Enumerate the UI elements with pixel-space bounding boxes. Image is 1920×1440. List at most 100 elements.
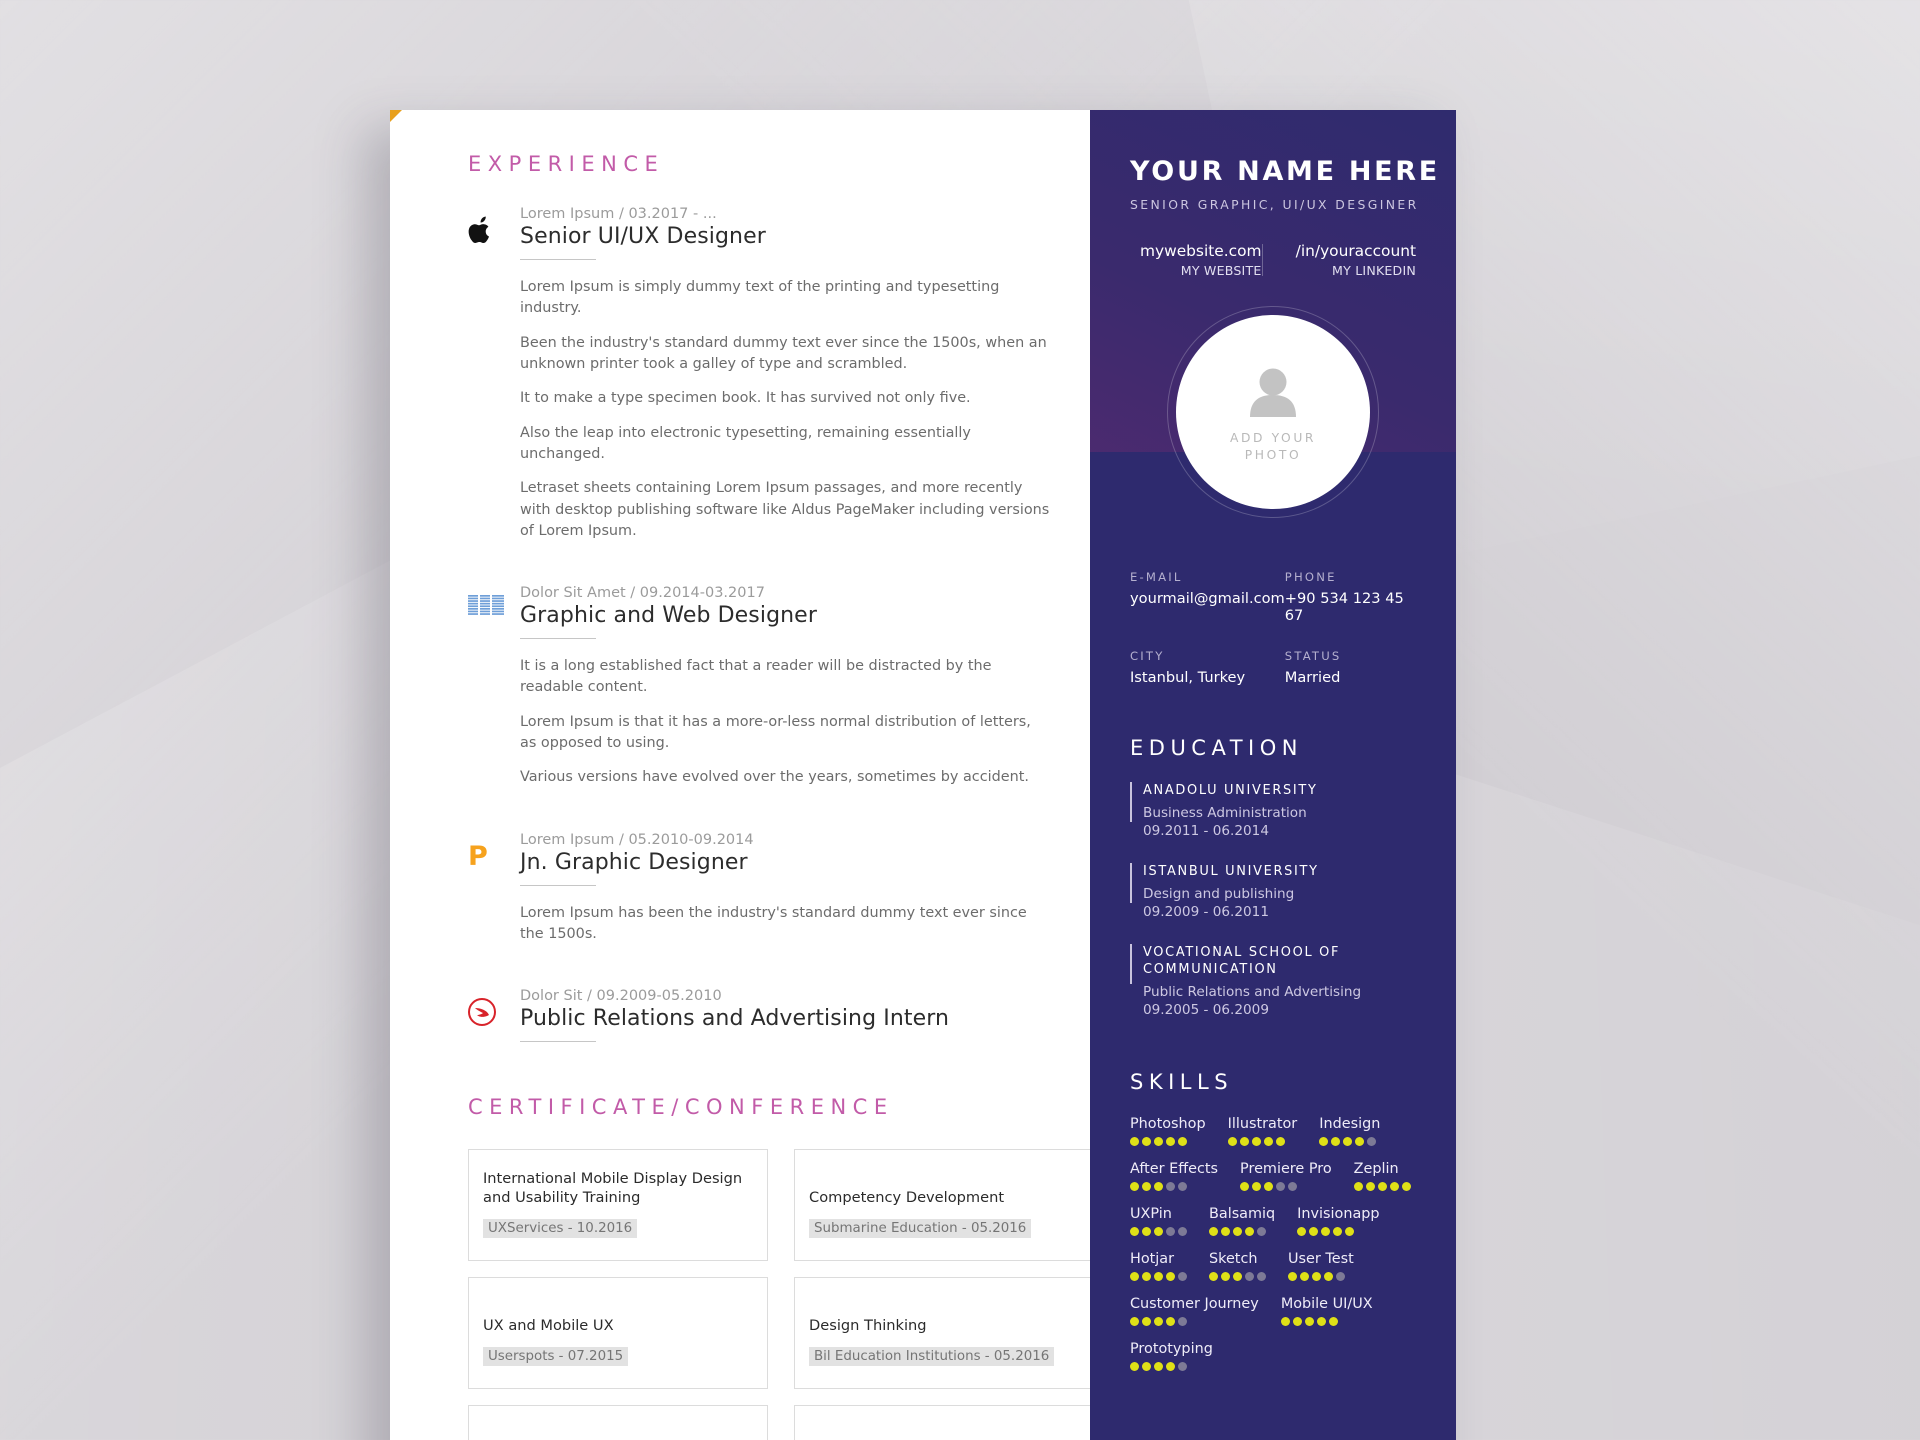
education-item: VOCATIONAL SCHOOL OF COMMUNICATION Public…	[1130, 943, 1416, 1020]
certificate-card[interactable]: UX and Mobile UX Userspots - 07.2015	[468, 1277, 768, 1390]
p-logo-icon: P	[468, 832, 520, 959]
skill-dot-filled	[1401, 1181, 1411, 1191]
skill-dot-empty	[1245, 1271, 1254, 1281]
skill-name: After Effects	[1130, 1160, 1219, 1177]
skill-dot-filled	[1333, 1226, 1343, 1236]
skill-name: Sketch	[1209, 1250, 1258, 1267]
skill-name: Invisionapp	[1297, 1205, 1380, 1222]
skill-dot-filled	[1154, 1271, 1163, 1281]
experience-item: P Lorem Ipsum / 05.2010-09.2014 Jn. Graphi…	[468, 832, 1050, 959]
skill-dot-filled	[1280, 1316, 1290, 1326]
skill-name: Customer Journey	[1130, 1295, 1259, 1312]
contact-field: PHONE +90 534 123 45 67	[1285, 570, 1416, 624]
experience-paragraph: Been the industry's standard dummy text …	[520, 334, 1047, 372]
contact-value: Istanbul, Turkey	[1130, 669, 1246, 686]
skill-dot-filled	[1328, 1316, 1338, 1326]
skill-item: After Effects	[1130, 1161, 1218, 1191]
skill-dot-filled	[1154, 1316, 1163, 1326]
skill-dot-filled	[1178, 1136, 1187, 1146]
photo-circle[interactable]: ADD YOUR PHOTO	[1176, 315, 1370, 509]
certificate-name: International Mobile Display Design and …	[483, 1170, 743, 1207]
certificate-card[interactable]: Competency Development Submarine Educatio…	[794, 1149, 1090, 1262]
skill-dot-empty	[1166, 1181, 1175, 1191]
skill-dot-empty	[1178, 1226, 1187, 1236]
experience-paragraph: It is a long established fact that a rea…	[520, 658, 992, 696]
skill-level-dots	[1130, 1181, 1218, 1191]
skill-dot-empty	[1178, 1271, 1187, 1281]
skill-dot-filled	[1130, 1271, 1139, 1281]
skill-dot-filled	[1331, 1136, 1341, 1146]
skill-name: Hotjar	[1130, 1250, 1175, 1267]
education-section-title: EDUCATION	[1130, 736, 1303, 760]
contact-field: E-MAIL yourmail@gmail.com	[1130, 570, 1285, 624]
experience-body: Dolor Sit / 09.2009-05.2010 Public Relati…	[520, 988, 1050, 1059]
contact-info-grid: E-MAIL yourmail@gmail.com PHONE +90 534 123…	[1130, 570, 1416, 686]
skill-item: Indesign	[1319, 1116, 1380, 1146]
linkedin-label: MY LINKEDIN	[1332, 263, 1416, 278]
skill-level-dots	[1297, 1226, 1379, 1236]
experience-paragraph: Lorem Ipsum is simply dummy text of the …	[520, 279, 1000, 317]
skill-dot-filled	[1233, 1271, 1242, 1281]
corner-accent-marker	[390, 110, 402, 122]
certificate-card[interactable]: Graphic Design and Animationİstanbul Art…	[468, 1405, 768, 1440]
skill-level-dots	[1130, 1271, 1187, 1281]
skill-dot-filled	[1263, 1136, 1273, 1146]
education-body: ANADOLU UNIVERSITY Business Administratio…	[1143, 782, 1318, 841]
skill-dot-filled	[1245, 1226, 1254, 1236]
photo-label-line1: ADD YOUR	[1229, 430, 1317, 445]
skill-dot-filled	[1264, 1181, 1274, 1191]
education-item: ANADOLU UNIVERSITY Business Administratio…	[1130, 782, 1416, 841]
skill-dot-filled	[1309, 1226, 1319, 1236]
page-title: YOUR NAME HERE	[1130, 156, 1440, 187]
contact-label: PHONE	[1284, 570, 1337, 584]
certificate-source: Bil Education Institutions - 05.2016	[809, 1347, 1055, 1367]
photo-outer-ring: ADD YOUR PHOTO	[1167, 306, 1379, 518]
skill-row: Hotjar Sketch User Test	[1130, 1251, 1416, 1281]
skill-name: Premiere Pro	[1240, 1160, 1332, 1177]
experience-meta: Lorem Ipsum / 05.2010-09.2014	[520, 831, 754, 848]
certificate-card[interactable]: Adobe Creative DaysAdobe - 06.2013	[794, 1405, 1090, 1440]
skill-dot-empty	[1166, 1226, 1175, 1236]
photo-placeholder[interactable]: ADD YOUR PHOTO	[1130, 306, 1416, 518]
sidebar-column: YOUR NAME HERE SENIOR GRAPHIC, UI/UX DES…	[1090, 110, 1456, 1440]
skill-name: Mobile UI/UX	[1280, 1295, 1373, 1312]
social-links: mywebsite.com MY WEBSITE /in/youraccount…	[1130, 242, 1416, 278]
skill-name: Balsamiq	[1209, 1205, 1276, 1222]
contact-value: +90 534 123 45 67	[1284, 590, 1404, 624]
contact-value: yourmail@gmail.com	[1130, 590, 1285, 607]
skill-dot-filled	[1353, 1181, 1363, 1191]
linkedin-link[interactable]: /in/youraccount MY LINKEDIN	[1263, 242, 1416, 278]
skill-dot-filled	[1377, 1181, 1387, 1191]
skill-item: Mobile UI/UX	[1280, 1295, 1373, 1326]
skill-name: Prototyping	[1130, 1340, 1213, 1357]
skill-dot-filled	[1209, 1226, 1218, 1236]
experience-rule	[520, 884, 596, 886]
education-dates: 09.2005 - 06.2009	[1143, 1002, 1269, 1019]
skill-dot-filled	[1142, 1361, 1151, 1371]
skill-dot-empty	[1276, 1181, 1286, 1191]
skill-level-dots	[1130, 1226, 1187, 1236]
skill-dot-filled	[1275, 1136, 1285, 1146]
skill-row: After Effects Premiere Pro Zeplin	[1130, 1161, 1416, 1191]
skill-dot-filled	[1316, 1316, 1326, 1326]
skill-dot-filled	[1251, 1136, 1261, 1146]
skill-dot-filled	[1304, 1316, 1314, 1326]
education-body: ISTANBUL UNIVERSITY Design and publishing…	[1143, 863, 1319, 922]
website-link[interactable]: mywebsite.com MY WEBSITE	[1130, 242, 1262, 278]
skill-dot-filled	[1166, 1361, 1175, 1371]
skill-level-dots	[1130, 1316, 1259, 1326]
education-dates: 09.2011 - 06.2014	[1143, 823, 1269, 840]
education-body: VOCATIONAL SCHOOL OF COMMUNICATION Public…	[1143, 944, 1416, 1020]
experience-list: Lorem Ipsum / 03.2017 - ... Senior UI/UX …	[468, 206, 1050, 1059]
contact-label: E-MAIL	[1130, 570, 1183, 584]
skill-dot-filled	[1130, 1361, 1139, 1371]
certificate-source: Submarine Education - 05.2016	[809, 1219, 1032, 1239]
certificate-card[interactable]: International Mobile Display Design and …	[468, 1149, 768, 1262]
certificate-card[interactable]: Design Thinking Bil Education Institution…	[794, 1277, 1090, 1390]
experience-body: Lorem Ipsum / 03.2017 - ... Senior UI/UX …	[520, 206, 1050, 555]
job-subtitle: SENIOR GRAPHIC, UI/UX DESGINER	[1130, 197, 1419, 212]
skill-dot-filled	[1233, 1226, 1242, 1236]
skill-dot-filled	[1292, 1316, 1302, 1326]
skill-dot-empty	[1367, 1136, 1377, 1146]
skill-dot-empty	[1336, 1271, 1345, 1281]
